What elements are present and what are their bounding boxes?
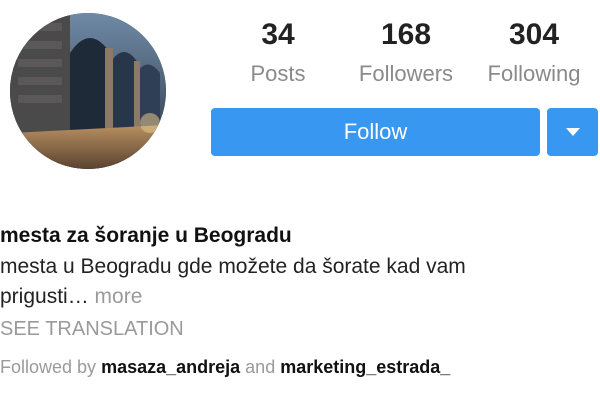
avatar-image	[10, 13, 166, 169]
posts-count: 34	[261, 18, 295, 51]
suggested-accounts-dropdown-button[interactable]	[547, 108, 598, 156]
profile-avatar[interactable]	[10, 13, 166, 169]
following-label[interactable]: Following	[474, 60, 594, 88]
followed-by-line: Followed by masaza_andreja and marketing…	[0, 352, 600, 382]
followers-count[interactable]: 168	[346, 18, 466, 52]
posts-label: Posts	[250, 61, 306, 86]
followed-by-prefix: Followed by	[0, 357, 97, 377]
bio-description: mesta u Beogradu gde možete da šorate ka…	[0, 255, 466, 308]
stat-following[interactable]: 304 Following	[474, 18, 594, 88]
see-translation-link[interactable]: SEE TRANSLATION	[0, 314, 600, 344]
following-count[interactable]: 304	[474, 18, 594, 52]
caret-down-icon	[566, 128, 580, 136]
follow-button[interactable]: Follow	[211, 108, 540, 156]
mutual-follower-link-2[interactable]: marketing_estrada_	[280, 357, 450, 377]
profile-display-name: mesta za šoranje u Beogradu	[0, 224, 292, 247]
stat-posts: 34 Posts	[238, 18, 318, 88]
stat-followers[interactable]: 168 Followers	[346, 18, 466, 88]
profile-bio: mesta za šoranje u Beogradu mesta u Beog…	[0, 220, 600, 382]
more-link[interactable]: more	[95, 285, 143, 308]
bio-text-block: mesta u Beogradu gde možete da šorate ka…	[0, 252, 560, 312]
followed-by-conjunction: and	[245, 357, 276, 377]
mutual-follower-link-1[interactable]: masaza_andreja	[101, 357, 240, 377]
followers-label[interactable]: Followers	[346, 60, 466, 88]
